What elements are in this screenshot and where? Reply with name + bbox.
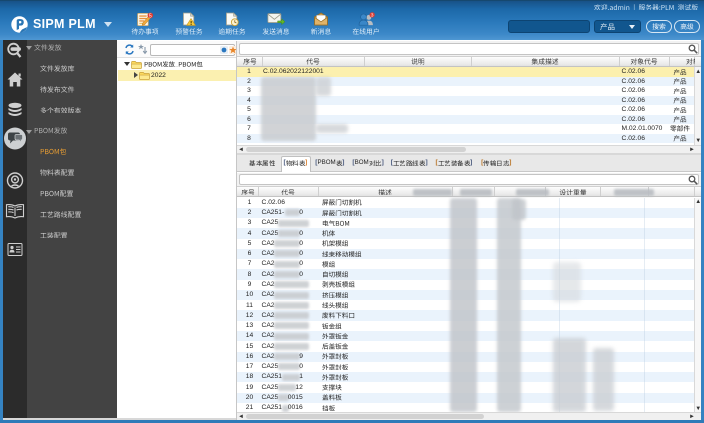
svg-text:5: 5 bbox=[148, 13, 151, 19]
svg-text:3: 3 bbox=[371, 13, 374, 19]
